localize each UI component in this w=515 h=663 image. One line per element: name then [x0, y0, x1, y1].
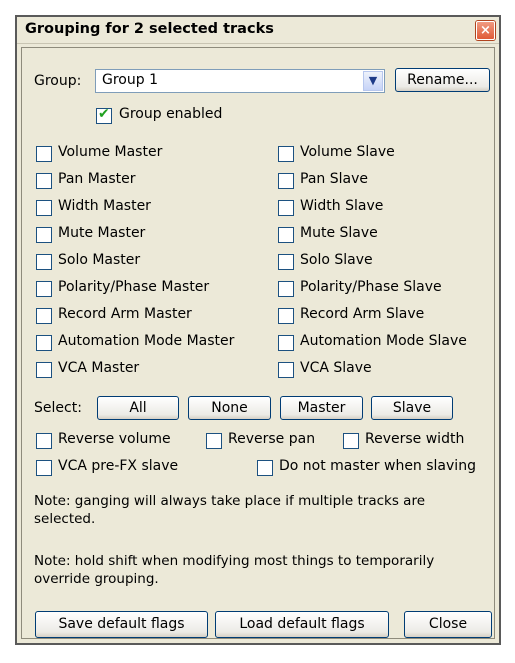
- flag-label: Mute Master: [58, 225, 146, 241]
- no-master-when-slaving-label: Do not master when slaving: [279, 458, 476, 474]
- close-icon[interactable]: ×: [476, 21, 495, 40]
- flag-checkbox[interactable]: [278, 200, 294, 216]
- vca-pre-fx-label: VCA pre-FX slave: [58, 458, 179, 474]
- chevron-down-icon[interactable]: ▼: [363, 71, 383, 91]
- grouping-dialog: Grouping for 2 selected tracks ×: [15, 15, 501, 645]
- reverse-pan-checkbox[interactable]: [206, 433, 222, 449]
- no-master-when-slaving-checkbox[interactable]: [257, 460, 273, 476]
- flag-checkbox[interactable]: [36, 335, 52, 351]
- group-select[interactable]: Group 1 ▼: [95, 69, 385, 93]
- group-enabled-label: Group enabled: [119, 106, 223, 122]
- flag-label: Polarity/Phase Slave: [300, 279, 442, 295]
- dialog-title: Grouping for 2 selected tracks: [25, 21, 274, 37]
- flag-checkbox[interactable]: [36, 200, 52, 216]
- flag-label: Volume Slave: [300, 144, 395, 160]
- select-none-button[interactable]: None: [188, 396, 271, 420]
- rename-button[interactable]: Rename...: [395, 68, 490, 92]
- flag-label: Mute Slave: [300, 225, 378, 241]
- flag-checkbox[interactable]: [278, 335, 294, 351]
- reverse-volume-label: Reverse volume: [58, 431, 171, 447]
- flag-label: Width Slave: [300, 198, 384, 214]
- flag-label: Solo Master: [58, 252, 141, 268]
- group-select-value: Group 1: [102, 72, 158, 88]
- flag-label: Record Arm Master: [58, 306, 192, 322]
- flag-label: Automation Mode Master: [58, 333, 235, 349]
- note-shift: Note: hold shift when modifying most thi…: [34, 553, 435, 587]
- flag-label: Solo Slave: [300, 252, 373, 268]
- flag-label: Pan Slave: [300, 171, 368, 187]
- flag-checkbox[interactable]: [278, 146, 294, 162]
- flag-checkbox[interactable]: [36, 227, 52, 243]
- flag-label: VCA Master: [58, 360, 140, 376]
- flag-checkbox[interactable]: [278, 362, 294, 378]
- reverse-width-checkbox[interactable]: [343, 433, 359, 449]
- flag-label: Pan Master: [58, 171, 136, 187]
- title-bar[interactable]: Grouping for 2 selected tracks ×: [17, 17, 499, 44]
- select-all-button[interactable]: All: [97, 396, 179, 420]
- flag-checkbox[interactable]: [278, 281, 294, 297]
- select-master-button[interactable]: Master: [280, 396, 363, 420]
- select-label: Select:: [34, 400, 82, 416]
- flag-checkbox[interactable]: [278, 173, 294, 189]
- flag-label: Polarity/Phase Master: [58, 279, 210, 295]
- close-button[interactable]: Close: [404, 611, 492, 638]
- flag-checkbox[interactable]: [278, 254, 294, 270]
- load-default-flags-button[interactable]: Load default flags: [215, 611, 389, 638]
- reverse-width-label: Reverse width: [365, 431, 465, 447]
- flag-checkbox[interactable]: [36, 362, 52, 378]
- group-label: Group:: [34, 73, 82, 89]
- flag-checkbox[interactable]: [36, 254, 52, 270]
- flag-checkbox[interactable]: [36, 308, 52, 324]
- flag-checkbox[interactable]: [36, 146, 52, 162]
- flag-label: Record Arm Slave: [300, 306, 425, 322]
- group-enabled-checkbox[interactable]: [96, 106, 112, 124]
- flag-checkbox[interactable]: [278, 308, 294, 324]
- flag-label: Automation Mode Slave: [300, 333, 467, 349]
- select-slave-button[interactable]: Slave: [371, 396, 453, 420]
- flag-checkbox[interactable]: [36, 281, 52, 297]
- flag-label: Width Master: [58, 198, 151, 214]
- flag-label: VCA Slave: [300, 360, 372, 376]
- reverse-volume-checkbox[interactable]: [36, 433, 52, 449]
- flag-checkbox[interactable]: [36, 173, 52, 189]
- reverse-pan-label: Reverse pan: [228, 431, 316, 447]
- vca-pre-fx-checkbox[interactable]: [36, 460, 52, 476]
- note-ganging: Note: ganging will always take place if …: [34, 493, 426, 527]
- flag-label: Volume Master: [58, 144, 163, 160]
- save-default-flags-button[interactable]: Save default flags: [35, 611, 208, 638]
- flag-checkbox[interactable]: [278, 227, 294, 243]
